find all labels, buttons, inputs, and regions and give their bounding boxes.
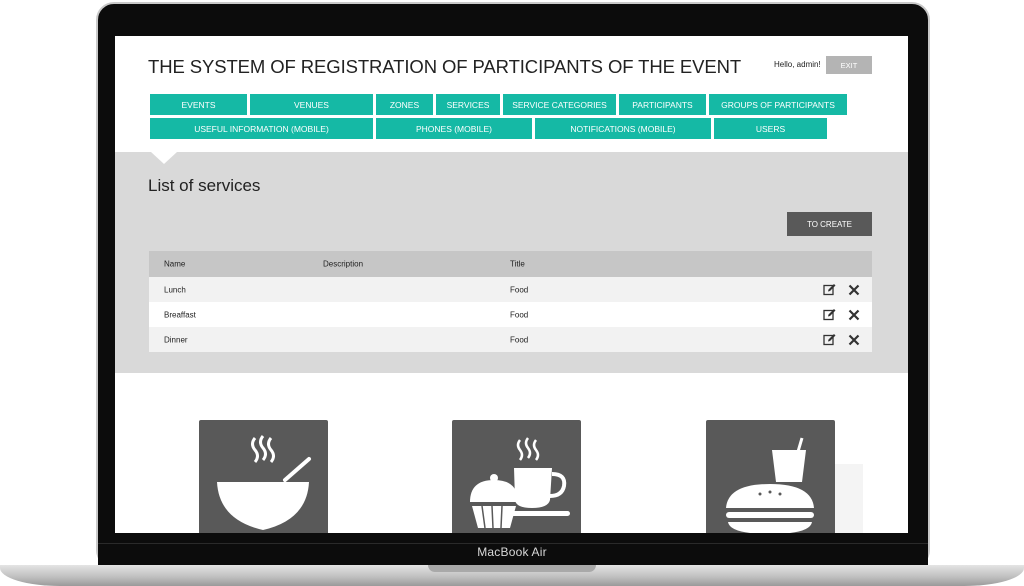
cell-title: Food: [510, 335, 529, 344]
nav-item-service-categories[interactable]: SERVICE CATEGORIES: [503, 94, 616, 115]
laptop-notch: [428, 565, 596, 572]
exit-button[interactable]: EXIT: [826, 56, 872, 74]
active-tab-pointer: [151, 152, 177, 164]
soup-bowl-icon: [217, 435, 311, 530]
cell-name: Dinner: [164, 335, 188, 344]
cell-title: Food: [510, 310, 529, 319]
page-title: List of services: [148, 176, 261, 195]
service-icon-tiles: [115, 420, 908, 533]
column-header-title[interactable]: Title: [510, 260, 525, 269]
user-greeting: Hello, admin!: [774, 60, 821, 69]
delete-icon[interactable]: [847, 308, 861, 322]
nav-item-phones[interactable]: PHONES (MOBILE): [376, 118, 532, 139]
cell-name: Lunch: [164, 285, 186, 294]
edit-icon[interactable]: [822, 283, 836, 297]
nav-item-venues[interactable]: VENUES: [250, 94, 373, 115]
app-screen: THE SYSTEM OF REGISTRATION OF PARTICIPAN…: [115, 36, 908, 533]
main-nav: EVENTS VENUES ZONES SERVICES SERVICE CAT…: [150, 94, 860, 142]
nav-item-users[interactable]: USERS: [714, 118, 827, 139]
soup-bowl-tile: [199, 420, 328, 533]
nav-item-services[interactable]: SERVICES: [436, 94, 500, 115]
nav-row-1: EVENTS VENUES ZONES SERVICES SERVICE CAT…: [150, 94, 860, 115]
nav-item-events[interactable]: EVENTS: [150, 94, 247, 115]
burger-drink-icon: [726, 437, 814, 533]
coffee-cupcake-icon: [470, 437, 570, 529]
tile-shadow: [835, 464, 863, 533]
laptop-mockup: THE SYSTEM OF REGISTRATION OF PARTICIPAN…: [0, 0, 1024, 586]
nav-item-useful-information[interactable]: USEFUL INFORMATION (MOBILE): [150, 118, 373, 139]
column-header-description[interactable]: Description: [323, 260, 363, 269]
edit-icon[interactable]: [822, 333, 836, 347]
nav-item-notifications[interactable]: NOTIFICATIONS (MOBILE): [535, 118, 711, 139]
burger-drink-tile: [706, 420, 835, 533]
table-row: Lunch Food: [149, 277, 872, 302]
table-header: Name Description Title: [149, 251, 872, 277]
nav-item-participants[interactable]: PARTICIPANTS: [619, 94, 706, 115]
table-body: Lunch Food Breaffast Food Dinner Food: [149, 277, 872, 352]
delete-icon[interactable]: [847, 333, 861, 347]
app-title: THE SYSTEM OF REGISTRATION OF PARTICIPAN…: [148, 56, 742, 77]
coffee-cupcake-tile: [452, 420, 581, 533]
cell-name: Breaffast: [164, 310, 196, 319]
nav-item-zones[interactable]: ZONES: [376, 94, 433, 115]
table-row: Breaffast Food: [149, 302, 872, 327]
cell-title: Food: [510, 285, 529, 294]
services-table: Name Description Title Lunch Food Breaff…: [149, 251, 872, 352]
device-label: MacBook Air: [477, 545, 547, 559]
nav-item-groups-of-participants[interactable]: GROUPS OF PARTICIPANTS: [709, 94, 847, 115]
nav-row-2: USEFUL INFORMATION (MOBILE) PHONES (MOBI…: [150, 118, 860, 139]
delete-icon[interactable]: [847, 283, 861, 297]
column-header-name[interactable]: Name: [164, 260, 185, 269]
edit-icon[interactable]: [822, 308, 836, 322]
create-button[interactable]: TO CREATE: [787, 212, 872, 236]
table-row: Dinner Food: [149, 327, 872, 352]
